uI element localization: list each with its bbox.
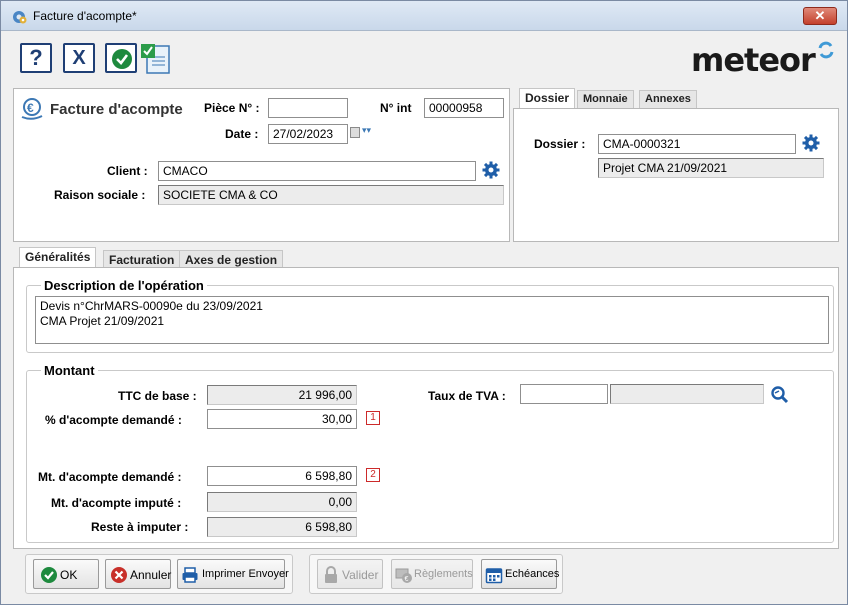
client-gear-icon[interactable] xyxy=(482,161,500,179)
logo-sync-icon xyxy=(818,41,834,59)
tab-annexes[interactable]: Annexes xyxy=(639,90,697,109)
dossier-gear-icon[interactable] xyxy=(802,134,820,152)
svg-text:€: € xyxy=(27,101,34,115)
calendar-icon[interactable] xyxy=(350,127,360,138)
printer-icon xyxy=(182,567,198,583)
dossier-description: Projet CMA 21/09/2021 xyxy=(598,158,824,178)
description-line-2: CMA Projet 21/09/2021 xyxy=(40,314,165,328)
invoice-euro-icon: € xyxy=(21,98,43,120)
raison-sociale-input: SOCIETE CMA & CO xyxy=(158,185,504,205)
document-check-icon[interactable] xyxy=(139,43,175,75)
ttc-input: 21 996,00 xyxy=(207,385,357,405)
tab-monnaie[interactable]: Monnaie xyxy=(577,90,634,109)
annuler-button[interactable]: Annuler xyxy=(105,559,171,589)
marker-2: 2 xyxy=(366,468,380,482)
date-label: Date : xyxy=(225,127,259,141)
reste-input: 6 598,80 xyxy=(207,517,357,537)
valider-label: Valider xyxy=(342,568,379,582)
nint-label: N° int xyxy=(380,101,412,115)
check-icon xyxy=(112,49,132,69)
pct-acompte-input[interactable]: 30,00 xyxy=(207,409,357,429)
imprimer-label: Imprimer Envoyer xyxy=(202,568,289,580)
svg-text:€: € xyxy=(405,576,409,583)
tva-search-icon[interactable] xyxy=(770,385,790,405)
lock-icon xyxy=(325,566,337,583)
pct-acompte-label: % d'acompte demandé : xyxy=(45,413,182,427)
date-input[interactable]: 27/02/2023 xyxy=(268,124,348,144)
mt-impute-input: 0,00 xyxy=(207,492,357,512)
help-icon: ? xyxy=(29,45,43,70)
tva-label: Taux de TVA : xyxy=(428,389,506,403)
ok-button[interactable]: OK xyxy=(33,559,99,589)
validate-toolbar-button[interactable] xyxy=(105,43,137,73)
dossier-label: Dossier : xyxy=(534,137,586,151)
echeances-label: Echéances xyxy=(505,568,560,580)
description-textarea[interactable]: Devis n°ChrMARS-00090e du 23/09/2021 CMA… xyxy=(35,296,829,344)
montant-title: Montant xyxy=(41,363,98,378)
client-input[interactable]: CMACO xyxy=(158,161,476,181)
date-dropdown-icon[interactable]: ▾▾ xyxy=(362,125,371,136)
title-bar: Facture d'acompte* ✕ xyxy=(1,1,847,31)
dossier-tab-content: Dossier : CMA-0000321 Projet CMA 21/09/2… xyxy=(513,108,839,242)
header-panel: € Facture d'acompte Pièce N° : N° int 00… xyxy=(13,88,510,242)
reglements-button[interactable]: € Règlements xyxy=(391,559,473,589)
piece-number-input[interactable] xyxy=(268,98,348,118)
cancel-toolbar-button[interactable]: X xyxy=(63,43,95,73)
invoice-window: Facture d'acompte* ✕ ? X meteor € Factur… xyxy=(0,0,848,605)
dossier-panel: Dossier Monnaie Annexes Dossier : CMA-00… xyxy=(513,88,839,242)
reglements-label: Règlements xyxy=(414,568,473,580)
help-button[interactable]: ? xyxy=(20,43,52,73)
payment-icon: € xyxy=(395,568,412,583)
close-icon: ✕ xyxy=(814,8,826,23)
ok-label: OK xyxy=(60,568,78,582)
raison-sociale-label: Raison sociale : xyxy=(54,188,146,202)
annuler-label: Annuler xyxy=(130,568,172,582)
nint-input[interactable]: 00000958 xyxy=(424,98,504,118)
dossier-input[interactable]: CMA-0000321 xyxy=(598,134,796,154)
tva-description xyxy=(610,384,764,404)
meteor-logo: meteor xyxy=(691,39,841,79)
marker-1: 1 xyxy=(366,411,380,425)
ok-check-icon xyxy=(41,567,57,583)
description-line-1: Devis n°ChrMARS-00090e du 23/09/2021 xyxy=(40,299,263,313)
reste-label: Reste à imputer : xyxy=(91,520,189,534)
cancel-x-icon: X xyxy=(72,47,86,69)
tva-code-input[interactable] xyxy=(520,384,608,404)
tab-generalites[interactable]: Généralités xyxy=(19,247,97,268)
description-title: Description de l'opération xyxy=(41,278,207,293)
close-button[interactable]: ✕ xyxy=(803,7,837,25)
mt-demande-input[interactable]: 6 598,80 xyxy=(207,466,357,486)
echeances-button[interactable]: Echéances xyxy=(481,559,560,589)
mt-demande-label: Mt. d'acompte demandé : xyxy=(38,470,182,484)
tab-dossier[interactable]: Dossier xyxy=(519,88,576,109)
calendar-echeances-icon xyxy=(485,568,503,584)
generalites-tab-content: Description de l'opération Devis n°ChrMA… xyxy=(13,267,839,549)
annuler-x-icon xyxy=(111,567,127,583)
window-title: Facture d'acompte* xyxy=(33,9,137,23)
mt-impute-label: Mt. d'acompte imputé : xyxy=(51,496,182,510)
app-gear-icon xyxy=(13,11,27,24)
client-label: Client : xyxy=(107,164,148,178)
imprimer-envoyer-button[interactable]: Imprimer Envoyer xyxy=(177,559,289,589)
form-title: Facture d'acompte xyxy=(50,101,183,118)
piece-label: Pièce N° : xyxy=(204,101,260,115)
logo-text: meteor xyxy=(691,41,816,79)
ttc-label: TTC de base : xyxy=(118,389,197,403)
valider-button[interactable]: Valider xyxy=(317,559,383,589)
